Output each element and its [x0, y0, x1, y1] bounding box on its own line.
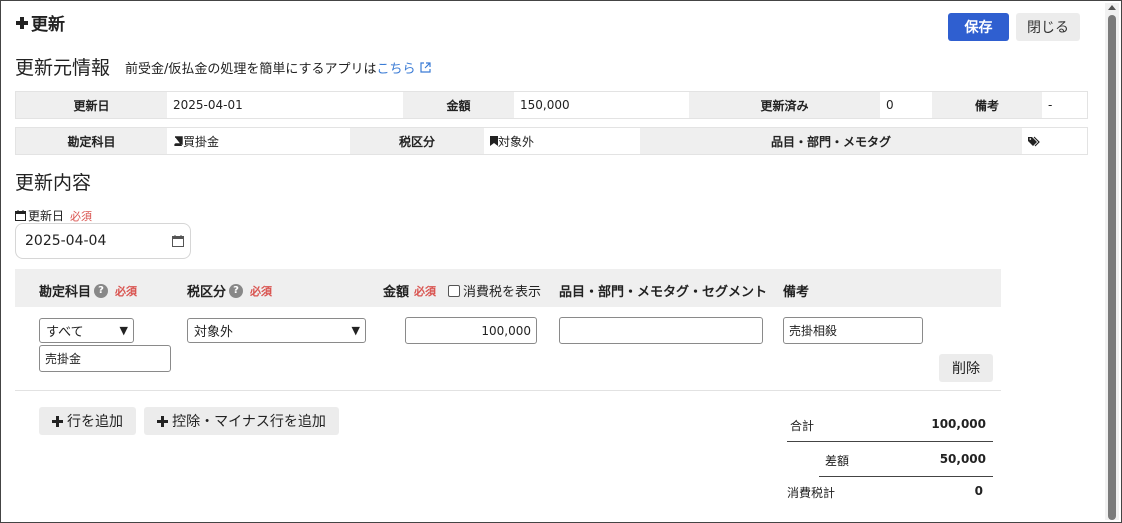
update-date-label: 更新日	[16, 92, 167, 118]
amount-required-badge: 必須	[414, 284, 437, 298]
diff-value: 50,000	[939, 452, 986, 466]
col-note: 備考	[783, 285, 810, 300]
source-info-row-1: 更新日 2025-04-01 金額 150,000 更新済み 0 備考 -	[15, 91, 1088, 119]
segment-input[interactable]	[559, 317, 763, 344]
account-required-badge: 必須	[115, 284, 138, 298]
calendar-picker-icon[interactable]	[172, 235, 184, 247]
app-window: 更新 保存 閉じる 更新元情報 前受金/仮払金の処理を簡単にするアプリはこちら …	[0, 0, 1122, 523]
col-account: 勘定科目 ? 必須	[39, 281, 137, 300]
add-row-button[interactable]: 行を追加	[39, 407, 136, 435]
account-label: 勘定科目	[16, 128, 167, 154]
chevron-down-icon: ▼	[351, 324, 360, 337]
note-label: 備考	[932, 92, 1042, 118]
source-subtitle: 前受金/仮払金の処理を簡単にするアプリはこちら	[125, 58, 431, 77]
total-divider	[787, 441, 993, 442]
row-divider	[15, 390, 1001, 391]
col-account-label: 勘定科目	[39, 285, 92, 300]
updated-value: 0	[880, 92, 932, 118]
updated-label: 更新済み	[689, 92, 880, 118]
account-filter-select[interactable]: すべて ▼	[39, 318, 134, 343]
close-button[interactable]: 閉じる	[1016, 13, 1080, 41]
vertical-scrollbar[interactable]	[1105, 3, 1119, 520]
tax-total-value: 0	[974, 484, 983, 498]
date-field-label: 更新日 必須	[15, 207, 92, 224]
account-filter-value[interactable]: すべて	[46, 321, 84, 340]
update-date-input-value[interactable]: 2025-04-04	[25, 233, 106, 249]
diff-label: 差額	[825, 454, 850, 468]
tax-label: 税区分	[350, 128, 484, 154]
help-icon[interactable]: ?	[229, 283, 244, 298]
show-tax-label: 消費税を表示	[463, 285, 542, 300]
tax-value: 対象外	[484, 128, 640, 154]
bookmark-icon	[490, 136, 498, 146]
amount-input[interactable]: 100,000	[405, 317, 537, 344]
source-info-row-2: 勘定科目 買掛金 税区分 対象外 品目・部門・メモタグ	[15, 127, 1088, 155]
tax-required-badge: 必須	[250, 284, 273, 298]
save-button[interactable]: 保存	[948, 13, 1009, 41]
diff-divider	[819, 476, 993, 477]
plus-icon	[52, 415, 63, 427]
source-section-title: 更新元情報	[15, 57, 111, 79]
add-row-label[interactable]: 行を追加	[67, 411, 123, 431]
tax-value-text: 対象外	[498, 134, 535, 149]
segment-label: 品目・部門・メモタグ	[640, 128, 1022, 154]
col-tax-label: 税区分	[187, 285, 227, 300]
show-tax-toggle[interactable]: 消費税を表示	[448, 281, 541, 300]
total-value: 100,000	[931, 417, 986, 431]
content-section-title: 更新内容	[15, 172, 92, 194]
page-title-text: 更新	[31, 15, 65, 35]
note-value: -	[1042, 92, 1087, 118]
note-input[interactable]: 売掛相殺	[783, 317, 923, 344]
tags-icon	[1028, 136, 1040, 146]
tax-select-value[interactable]: 対象外	[194, 321, 233, 340]
tax-select[interactable]: 対象外 ▼	[187, 318, 366, 343]
amount-value: 150,000	[514, 92, 689, 118]
help-icon[interactable]: ?	[94, 283, 109, 298]
page-title: 更新	[15, 10, 65, 35]
add-minus-row-button[interactable]: 控除・マイナス行を追加	[144, 407, 339, 435]
amount-label: 金額	[403, 92, 514, 118]
show-tax-checkbox[interactable]	[448, 284, 460, 297]
app-link[interactable]: こちら	[377, 62, 431, 77]
date-label-text: 更新日	[28, 209, 65, 223]
external-link-icon	[420, 62, 431, 73]
app-link-text[interactable]: こちら	[377, 62, 416, 77]
entries-table-header: 勘定科目 ? 必須 税区分 ? 必須 金額 必須 消費税を表示 品目・部門・メモ…	[15, 269, 1001, 307]
col-amount: 金額 必須	[383, 281, 437, 301]
add-minus-row-label[interactable]: 控除・マイナス行を追加	[172, 411, 326, 431]
update-date-input[interactable]: 2025-04-04	[15, 223, 191, 259]
scroll-up-arrow[interactable]	[1108, 5, 1116, 10]
delete-row-button[interactable]: 削除	[939, 354, 993, 382]
col-segment: 品目・部門・メモタグ・セグメント	[559, 285, 768, 300]
account-input[interactable]: 売掛金	[39, 345, 171, 372]
plus-icon	[157, 415, 169, 427]
book-icon	[174, 136, 183, 146]
segment-value	[1022, 128, 1087, 154]
tax-total-label: 消費税計	[787, 486, 836, 500]
update-date-value: 2025-04-01	[167, 92, 403, 118]
date-required-badge: 必須	[70, 209, 93, 223]
col-amount-label: 金額	[383, 285, 410, 300]
account-value-text: 買掛金	[183, 134, 220, 149]
scrollbar-thumb[interactable]	[1108, 15, 1116, 520]
total-label: 合計	[790, 419, 815, 433]
calendar-icon	[15, 210, 26, 221]
source-subtitle-text: 前受金/仮払金の処理を簡単にするアプリは	[125, 62, 377, 77]
chevron-down-icon: ▼	[119, 324, 128, 337]
account-value: 買掛金	[167, 128, 350, 154]
plus-icon	[16, 16, 28, 29]
col-tax: 税区分 ? 必須	[187, 281, 272, 300]
